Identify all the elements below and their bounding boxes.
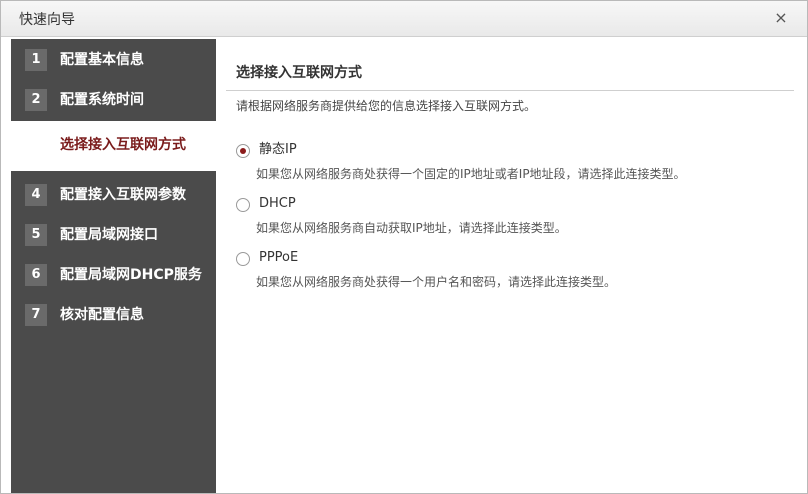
pppoe-label[interactable]: PPPoE <box>259 250 298 266</box>
static-ip-label[interactable]: 静态IP <box>259 142 297 158</box>
step-label: 配置局域网DHCP服务 <box>60 267 202 283</box>
step-number: 7 <box>25 304 47 326</box>
pppoe-hint: 如果您从网络服务商处获得一个用户名和密码，请选择此连接类型。 <box>256 275 617 289</box>
option-pppoe[interactable]: PPPoE <box>236 249 776 271</box>
step-lan-interface[interactable]: 5 配置局域网接口 <box>11 216 216 256</box>
step-lan-dhcp[interactable]: 6 配置局域网DHCP服务 <box>11 256 216 296</box>
step-number: 6 <box>25 264 47 286</box>
heading-divider <box>226 90 794 91</box>
step-label: 选择接入互联网方式 <box>60 137 186 153</box>
quick-wizard-dialog: 快速向导 × 1 配置基本信息 2 配置系统时间 3 选择接入互联网方式 4 配… <box>0 0 808 494</box>
step-label: 配置系统时间 <box>60 92 144 108</box>
step-number: 3 <box>25 134 47 156</box>
dialog-titlebar: 快速向导 × <box>1 1 807 37</box>
step-label: 配置基本信息 <box>60 52 144 68</box>
step-number: 1 <box>25 49 47 71</box>
dhcp-label[interactable]: DHCP <box>259 196 296 212</box>
static-ip-hint: 如果您从网络服务商处获得一个固定的IP地址或者IP地址段，请选择此连接类型。 <box>256 167 686 181</box>
step-number: 5 <box>25 224 47 246</box>
step-internet-access-mode[interactable]: 3 选择接入互联网方式 <box>11 121 216 171</box>
pppoe-radio[interactable] <box>236 252 250 266</box>
close-icon[interactable]: × <box>773 10 789 26</box>
section-description: 请根据网络服务商提供给您的信息选择接入互联网方式。 <box>236 99 537 113</box>
step-number: 2 <box>25 89 47 111</box>
static-ip-radio[interactable] <box>236 144 250 158</box>
dhcp-hint: 如果您从网络服务商自动获取IP地址，请选择此连接类型。 <box>256 221 567 235</box>
step-label: 配置接入互联网参数 <box>60 187 186 203</box>
step-basic-info[interactable]: 1 配置基本信息 <box>11 41 216 81</box>
step-number: 4 <box>25 184 47 206</box>
step-internet-params[interactable]: 4 配置接入互联网参数 <box>11 176 216 216</box>
step-system-time[interactable]: 2 配置系统时间 <box>11 81 216 121</box>
section-heading: 选择接入互联网方式 <box>236 65 362 81</box>
wizard-main-panel: 选择接入互联网方式 请根据网络服务商提供给您的信息选择接入互联网方式。 静态IP… <box>226 39 796 489</box>
step-review-config[interactable]: 7 核对配置信息 <box>11 296 216 336</box>
wizard-steps-sidebar: 1 配置基本信息 2 配置系统时间 3 选择接入互联网方式 4 配置接入互联网参… <box>11 39 216 493</box>
dhcp-radio[interactable] <box>236 198 250 212</box>
option-static-ip[interactable]: 静态IP <box>236 141 776 163</box>
option-dhcp[interactable]: DHCP <box>236 195 776 217</box>
dialog-title: 快速向导 <box>19 12 75 28</box>
step-label: 核对配置信息 <box>60 307 144 323</box>
step-label: 配置局域网接口 <box>60 227 158 243</box>
